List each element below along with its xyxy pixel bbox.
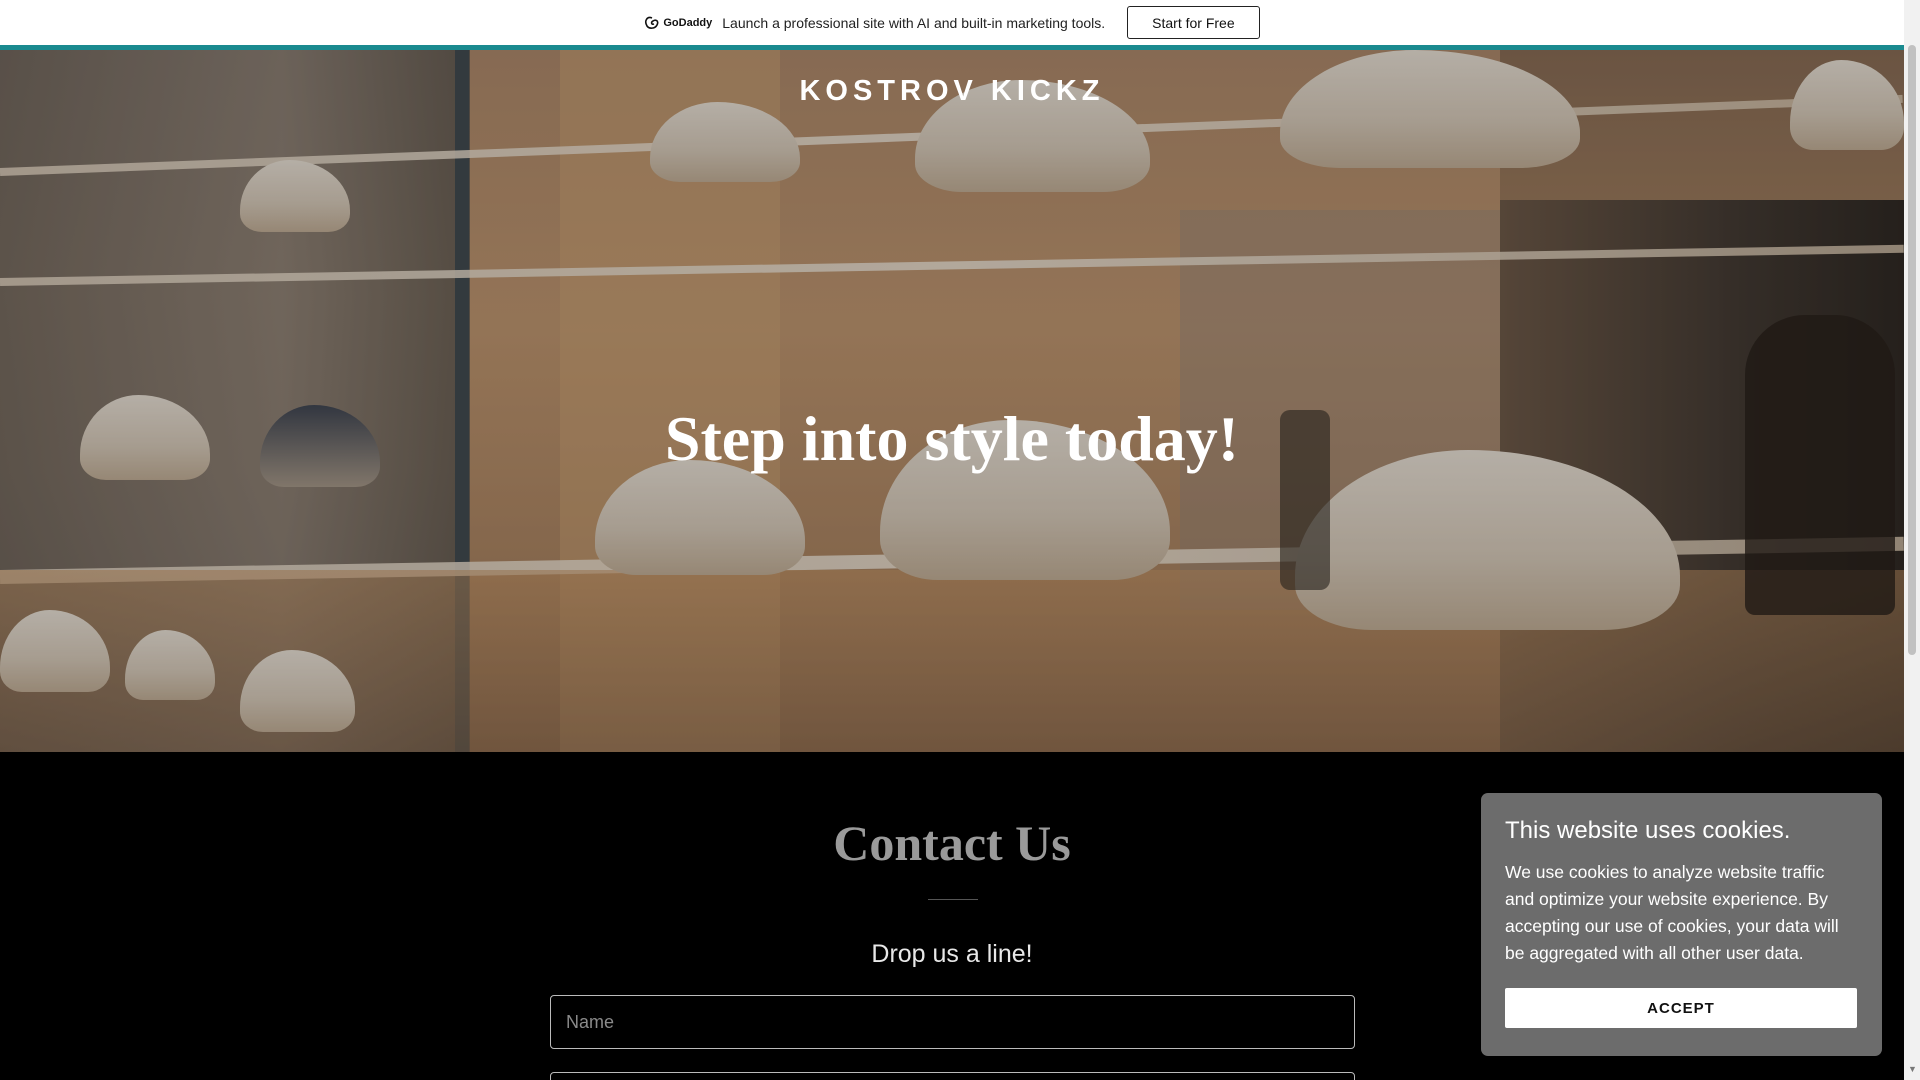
promo-message: Launch a professional site with AI and b… — [722, 14, 1106, 31]
accept-cookies-button[interactable]: ACCEPT — [1505, 988, 1857, 1028]
cookie-message: We use cookies to analyze website traffi… — [1505, 862, 1839, 963]
hero-overlay — [0, 50, 1904, 752]
godaddy-logo: GoDaddy — [644, 16, 712, 30]
start-for-free-button[interactable]: Start for Free — [1127, 6, 1260, 39]
scroll-down-arrow-icon[interactable]: ▼ — [1908, 1064, 1917, 1074]
cookie-banner: This website uses cookies. We use cookie… — [1481, 793, 1882, 1056]
hero-headline: Step into style today! — [664, 403, 1240, 474]
promo-bar: GoDaddy Launch a professional site with … — [0, 0, 1904, 45]
hero-section: KOSTROV KICKZ Step into style today! — [0, 50, 1904, 752]
cookie-title: This website uses cookies. — [1505, 817, 1791, 844]
vertical-scrollbar[interactable]: ▼ — [1904, 0, 1920, 1080]
godaddy-logo-text: GoDaddy — [663, 16, 713, 29]
name-input[interactable] — [550, 995, 1355, 1049]
next-input[interactable] — [550, 1072, 1355, 1080]
godaddy-icon — [645, 16, 659, 29]
site-brand[interactable]: KOSTROV KICKZ — [0, 75, 1904, 108]
scrollbar-thumb[interactable] — [1908, 45, 1916, 655]
section-divider — [928, 899, 978, 900]
